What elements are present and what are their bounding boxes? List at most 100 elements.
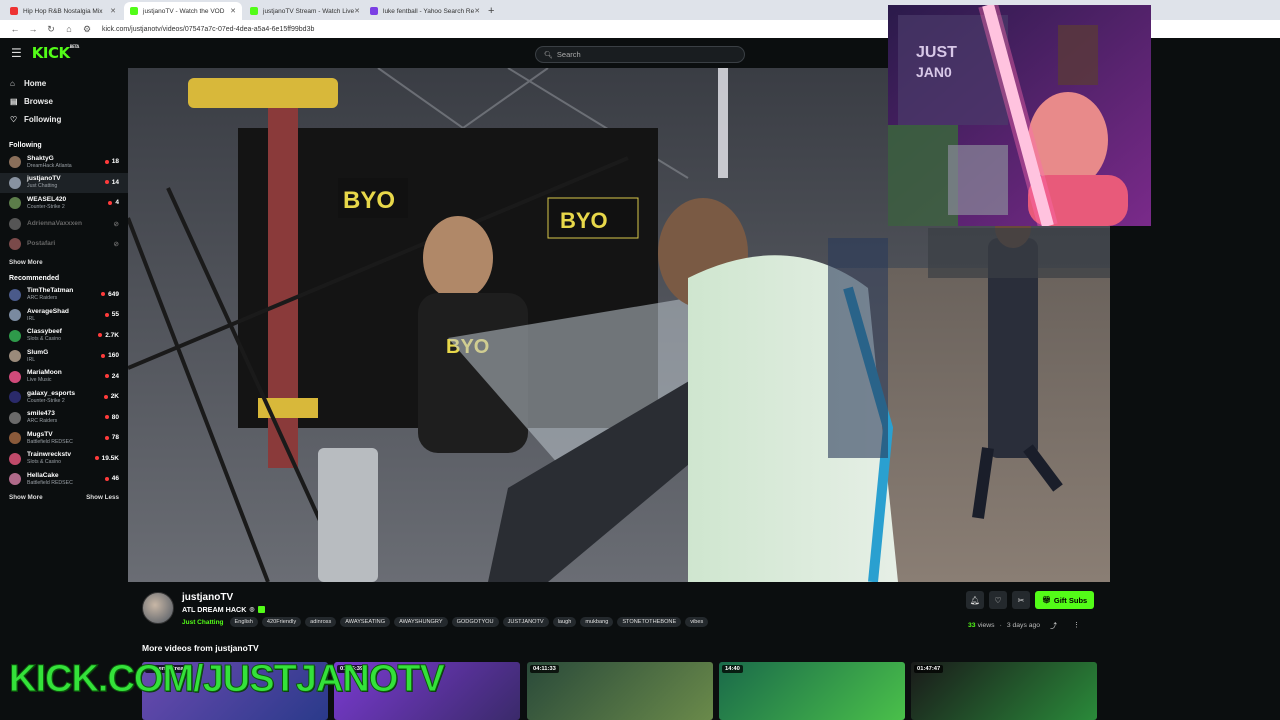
duration-badge: 04:11:33 — [530, 665, 559, 673]
show-more-button[interactable]: Show More — [9, 494, 43, 501]
tag-chip[interactable]: English — [229, 617, 258, 627]
sidebar-channel-item[interactable]: justjanoTV Just Chatting 14 — [0, 172, 128, 193]
sidebar-channel-item[interactable]: Classybeef Slots & Casino 2.7K — [0, 326, 128, 347]
sidebar-channel-item[interactable]: ShaktyG DreamHack Atlanta 18 — [0, 152, 128, 173]
view-count: 33 — [968, 621, 976, 629]
tag-chip[interactable]: STONETOTHEBONE — [617, 617, 682, 627]
close-icon[interactable]: ✕ — [230, 7, 236, 15]
url-field[interactable]: kick.com/justjanotv/videos/07547a7c-07ed… — [102, 26, 314, 33]
channel-text: smile473 ARC Raiders — [27, 410, 57, 425]
tag-list: Just Chatting English 420Friendly adinross… — [182, 617, 712, 627]
sidebar-channel-item[interactable]: MugsTV Battlefield REDSEC 78 — [0, 428, 128, 449]
globe-icon: ◎ — [249, 607, 255, 613]
tag-chip[interactable]: mukbang — [580, 617, 614, 627]
sidebar-channel-item[interactable]: AdriennaVaxxxen ⊘ — [0, 214, 128, 235]
avatar — [9, 452, 21, 465]
channel-name: justjanoTV — [27, 175, 61, 183]
channel-text: MariaMoon Live Music — [27, 369, 62, 384]
tag-chip[interactable]: AWAYSHUNGRY — [394, 617, 448, 627]
avatar — [9, 391, 21, 404]
browser-tab[interactable]: Hip Hop R&B Nostalgia Mix ✕ — [4, 2, 122, 20]
channel-watermark: KICK.COM/JUSTJANOTV — [9, 658, 446, 701]
tag-chip[interactable]: GODGOTYOU — [451, 617, 499, 627]
channel-name: ShaktyG — [27, 154, 54, 162]
avatar — [9, 238, 21, 251]
kick-icon — [130, 7, 138, 15]
video-thumbnail[interactable]: 01:47:47 — [911, 662, 1097, 720]
back-icon[interactable]: ← — [6, 24, 24, 34]
tag-chip[interactable]: 420Friendly — [261, 617, 302, 627]
avatar — [9, 156, 21, 169]
sidebar-channel-item[interactable]: SlumG IRL 160 — [0, 346, 128, 367]
tag-chip[interactable]: AWAYSEATING — [340, 617, 391, 627]
sidebar-channel-item[interactable]: AverageShad IRL 55 — [0, 305, 128, 326]
channel-category: Slots & Casino — [27, 336, 62, 343]
video-meta: 33 views · 3 days ago ⤴ ⋮ — [968, 620, 1080, 631]
video-thumbnail[interactable]: 04:11:33 — [527, 662, 713, 720]
browser-tab[interactable]: justjanoTV Stream - Watch Live ✕ — [244, 2, 362, 20]
sidebar-channel-item[interactable]: TimTheTatman ARC Raiders 649 — [0, 285, 128, 306]
clip-button[interactable]: ✂ — [1012, 591, 1030, 609]
search-icon: 🔍︎ — [544, 51, 553, 59]
avatar — [9, 473, 21, 486]
viewer-count: 4 — [108, 199, 119, 206]
close-icon[interactable]: ✕ — [474, 7, 480, 15]
duration-badge: 01:47:47 — [914, 665, 944, 673]
avatar[interactable] — [142, 592, 174, 624]
svg-text:BYO: BYO — [560, 208, 608, 233]
webcam-frame: JUST JAN0 — [888, 5, 1151, 226]
kick-logo[interactable]: KICKBETA — [32, 44, 80, 62]
sidebar-channel-item[interactable]: Trainwreckstv Slots & Casino 19.5K — [0, 449, 128, 470]
site-info-icon[interactable]: ⚙ — [78, 24, 96, 35]
tag-chip[interactable]: adinross — [305, 617, 337, 627]
browser-tab[interactable]: justjanoTV - Watch the VOD ✕ — [124, 2, 242, 20]
avatar — [9, 411, 21, 424]
tag-chip[interactable]: JUSTJANOTV — [502, 617, 549, 627]
notification-bell-button[interactable]: 🔔︎ — [966, 591, 984, 609]
channel-name: smile473 — [27, 410, 55, 418]
channel-name: Trainwreckstv — [27, 451, 71, 459]
forward-icon[interactable]: → — [24, 24, 42, 34]
category-link[interactable]: Just Chatting — [182, 619, 224, 626]
sidebar-channel-item[interactable]: Postafari ⊘ — [0, 234, 128, 255]
tag-chip[interactable]: vibes — [685, 617, 709, 627]
offline-icon: ⊘ — [113, 241, 119, 248]
channel-category: Counter-Strike 2 — [27, 203, 65, 210]
sidebar-channel-item[interactable]: galaxy_esports Counter-Strike 2 2K — [0, 387, 128, 408]
more-options-icon[interactable]: ⋮ — [1073, 621, 1080, 629]
follow-button[interactable]: ♡ — [989, 591, 1007, 609]
sidebar-channel-item[interactable]: smile473 ARC Raiders 80 — [0, 408, 128, 429]
sidebar-channel-item[interactable]: HellaCake Battlefield REDSEC 46 — [0, 469, 128, 490]
video-age: 3 days ago — [1006, 621, 1041, 629]
reload-icon[interactable]: ↻ — [42, 24, 60, 35]
menu-icon[interactable]: ☰ — [11, 46, 22, 60]
show-more-following-button[interactable]: Show More — [0, 255, 128, 271]
sidebar-channel-item[interactable]: MariaMoon Live Music 24 — [0, 367, 128, 388]
avatar — [9, 432, 21, 445]
new-tab-button[interactable]: + — [488, 2, 494, 20]
video-thumbnail[interactable]: 14:40 — [719, 662, 905, 720]
gift-subs-button[interactable]: 🎁︎ Gift Subs — [1035, 591, 1095, 609]
viewer-count: 46 — [105, 475, 119, 482]
recommended-title: Recommended — [9, 274, 60, 282]
sidebar-channel-item[interactable]: WEASEL420 Counter-Strike 2 4 — [0, 193, 128, 214]
separator: · — [999, 621, 1002, 629]
sidebar-item-browse[interactable]: ▤ Browse — [0, 92, 128, 110]
browser-tab[interactable]: luke fentball - Yahoo Search Re ✕ — [364, 2, 482, 20]
viewer-count: 2K — [104, 393, 119, 400]
close-icon[interactable]: ✕ — [354, 7, 360, 15]
show-less-button[interactable]: Show Less — [86, 494, 119, 501]
search-input[interactable]: 🔍︎ Search — [535, 46, 745, 63]
sidebar-item-following[interactable]: ♡ Following — [0, 110, 128, 128]
home-icon: ⌂ — [10, 78, 15, 88]
tag-chip[interactable]: laugh — [552, 617, 577, 627]
close-icon[interactable]: ✕ — [110, 7, 116, 15]
duration-badge: 14:40 — [722, 665, 743, 673]
channel-name: HellaCake — [27, 471, 59, 479]
share-icon[interactable]: ⤴ — [1050, 620, 1057, 630]
sidebar-item-home[interactable]: ⌂ Home — [0, 74, 128, 92]
channel-category: DreamHack Atlanta — [27, 162, 72, 169]
home-icon[interactable]: ⌂ — [60, 24, 78, 34]
channel-category: ARC Raiders — [27, 295, 58, 302]
channel-name[interactable]: justjanoTV — [182, 592, 233, 603]
